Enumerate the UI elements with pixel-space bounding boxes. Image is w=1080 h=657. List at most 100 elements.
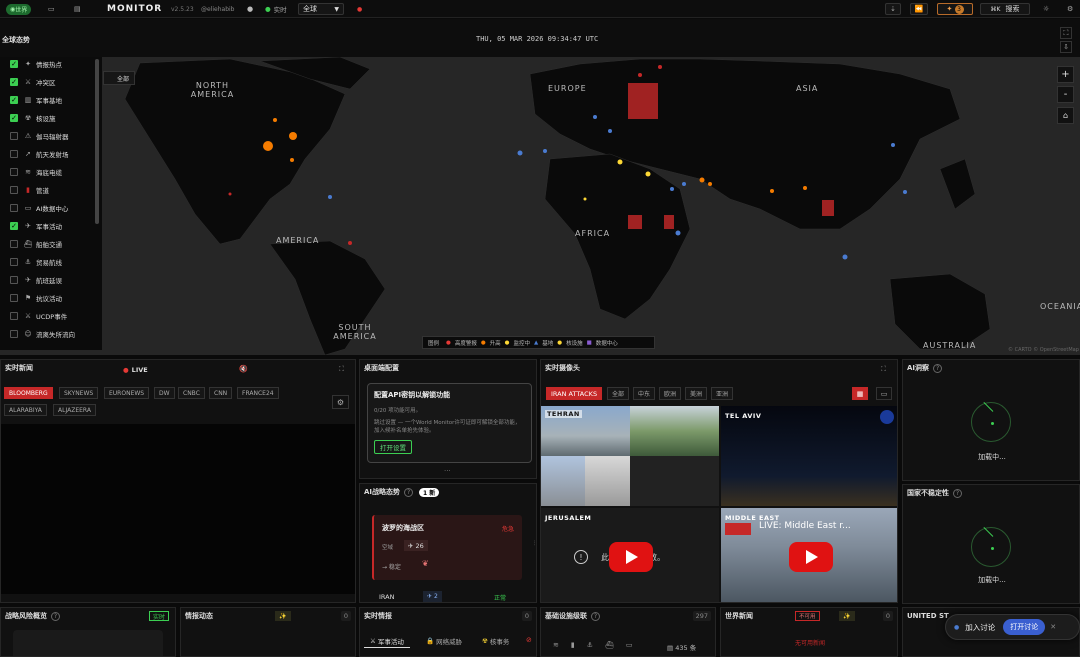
layer-protests[interactable]: ⚑ 抗议活动 — [10, 291, 98, 305]
layer-hotspots[interactable]: ✓ ✦ 情报热点 — [10, 57, 98, 71]
tab-asia[interactable]: 亚洲 — [711, 387, 734, 400]
legend-datacenter-icon: ■ — [586, 339, 592, 346]
legend-nuclear-icon: ● — [557, 339, 563, 346]
layer-displacement[interactable]: ☺ 流离失所流向 — [10, 327, 98, 341]
open-discussion-button[interactable]: 打开讨论 — [1003, 619, 1046, 635]
world-badge[interactable]: ◉ 世界 — [6, 3, 32, 15]
item-count: 0 — [340, 611, 351, 621]
camera-jerusalem[interactable]: JERUSALEM ! 此视频无法播放。 — [541, 508, 719, 602]
all-layers-button[interactable]: 全部 — [103, 71, 135, 85]
fullscreen-icon[interactable]: ⛶ — [1060, 27, 1072, 39]
tab-nuclear[interactable]: ☢ 核事务 — [478, 634, 513, 648]
zoom-out-button[interactable]: - — [1057, 86, 1074, 103]
layer-conflict[interactable]: ✓ ⚔ 冲突区 — [10, 75, 98, 89]
pin-icon[interactable]: ⇩ — [1060, 41, 1072, 53]
record-icon[interactable]: ● — [357, 3, 362, 15]
layer-trade[interactable]: ⚓ 贸易航线 — [10, 255, 98, 269]
world-map[interactable]: NORTH AMERICA EUROPE ASIA AFRICA AMERICA… — [0, 19, 1080, 355]
swords-icon: ⚔ — [370, 636, 376, 645]
layer-nuclear[interactable]: ✓ ☢ 核设施 — [10, 111, 98, 125]
layer-flight-delays[interactable]: ✈ 航班延误 — [10, 273, 98, 287]
layer-ai-datacenter[interactable]: ▭ AI数据中心 — [10, 201, 98, 215]
help-icon[interactable]: ? — [953, 488, 962, 498]
live-badge: ● LIVE — [123, 366, 148, 374]
desktop-icon[interactable]: ▭ — [48, 3, 55, 15]
help-icon[interactable]: ? — [51, 611, 60, 621]
youtube-play-icon[interactable] — [789, 542, 833, 572]
sparkle-icon[interactable]: ✨ — [839, 611, 855, 621]
video-player[interactable] — [1, 424, 355, 594]
iran-row: IRAN — [379, 593, 395, 601]
theater-name: 波罗的海战区 — [382, 524, 424, 532]
open-settings-button[interactable]: 打开设置 — [374, 440, 412, 454]
download-icon[interactable]: ⇣ — [885, 3, 901, 15]
tab-iran-attacks[interactable]: IRAN ATTACKS — [546, 387, 603, 400]
more-icon[interactable]: ··· — [530, 540, 536, 546]
channel-dw[interactable]: DW — [154, 387, 175, 399]
channel-france24[interactable]: FRANCE24 — [237, 387, 279, 399]
layer-pipelines[interactable]: ▮ 管道 — [10, 183, 98, 197]
channel-euronews[interactable]: EURONEWS — [104, 387, 150, 399]
infra-stat-icons: ≋▮⚓⛴▭ — [553, 641, 645, 649]
legend-base-icon: ▲ — [534, 339, 539, 346]
channel-cnbc[interactable]: CNBC — [178, 387, 205, 399]
channel-alarabiya[interactable]: ALARABIYA — [4, 404, 47, 416]
building-icon: ▥ — [24, 96, 32, 104]
sun-icon[interactable]: ☼ — [1043, 3, 1049, 15]
channel-bloomberg[interactable]: BLOOMBERG — [4, 387, 53, 399]
tab-europe[interactable]: 欧洲 — [659, 387, 682, 400]
zoom-in-button[interactable]: + — [1057, 66, 1074, 83]
github-icon[interactable]: ● — [247, 3, 253, 15]
layer-gamma[interactable]: ⚠ 伽马辐射器 — [10, 129, 98, 143]
fullscreen-icon[interactable]: ⛶ — [339, 365, 344, 374]
more-icon[interactable]: ··· — [444, 467, 451, 475]
gear-icon[interactable]: ⚙ — [332, 395, 349, 409]
mute-icon[interactable]: 🔇 — [239, 365, 248, 373]
search-button[interactable]: ⌘K 搜索 — [980, 3, 1030, 15]
camera-tehran[interactable]: TEHRAN — [541, 406, 719, 506]
pipe-icon: ▮ — [26, 186, 30, 194]
help-icon[interactable]: ? — [404, 487, 414, 497]
anchor-icon: ⚓ — [24, 258, 32, 266]
grid-view-icon[interactable]: ▦ — [852, 387, 868, 400]
fullscreen-icon[interactable]: ⛶ — [881, 365, 886, 374]
tab-military[interactable]: ⚔ 军事活动 — [364, 634, 410, 648]
region-select[interactable]: 全球 ▼ — [298, 3, 344, 15]
help-icon[interactable]: ? — [591, 611, 600, 621]
infrastructure-panel: 基础设施级联? 297 ≋▮⚓⛴▭ ▤ 435 条 — [540, 607, 716, 657]
chart-icon[interactable]: ▤ — [74, 3, 81, 15]
tab-all[interactable]: 全部 — [607, 387, 630, 400]
rewind-icon[interactable]: ⏪ — [910, 3, 928, 15]
layer-bases[interactable]: ✓ ▥ 军事基地 — [10, 93, 98, 107]
tab-middle-east[interactable]: 中东 — [633, 387, 656, 400]
camera-middle-east[interactable]: MIDDLE EAST LIVE: Middle East r... — [721, 508, 897, 602]
close-icon[interactable]: ✕ — [1050, 623, 1056, 631]
single-view-icon[interactable]: ▭ — [876, 387, 892, 400]
legend-elevated-icon: ● — [480, 339, 486, 346]
youtube-play-icon[interactable] — [609, 542, 653, 572]
alerts-button[interactable]: ✦ 3 — [937, 3, 973, 15]
channel-cnn[interactable]: CNN — [209, 387, 233, 399]
help-icon[interactable]: ? — [933, 363, 943, 373]
layer-military[interactable]: ✓ ✈ 军事活动 — [10, 219, 98, 233]
card-title: 配置API密钥以解锁功能 — [374, 391, 451, 399]
airspace-label: 空域 — [382, 545, 394, 551]
gear-icon[interactable]: ⚙ — [1067, 3, 1073, 15]
tab-americas[interactable]: 美洲 — [685, 387, 708, 400]
home-icon[interactable]: ⌂ — [1057, 107, 1074, 124]
layer-spaceports[interactable]: ➚ 航天发射场 — [10, 147, 98, 161]
channel-aljazeera[interactable]: ALJAZEERA — [53, 404, 96, 416]
discussion-widget[interactable]: ● 加入讨论 打开讨论 ✕ — [945, 614, 1080, 640]
camera-tel-aviv[interactable]: TEL AVIV — [721, 406, 897, 506]
tab-cyber[interactable]: 🔒 网络威胁 — [422, 634, 466, 648]
layer-ucdp[interactable]: ⚔ UCDP事件 — [10, 309, 98, 323]
author-handle[interactable]: @eliehabib — [201, 3, 234, 15]
channel-skynews[interactable]: SKYNEWS — [59, 387, 99, 399]
theater-card[interactable]: 波罗的海战区 危急 空域 ✈ 26 → 稳定 ❦ — [372, 515, 522, 580]
sparkle-icon[interactable]: ✨ — [275, 611, 291, 621]
live-news-panel: 实时新闻 ● LIVE 🔇 ⛶ BLOOMBERG SKYNEWS EURONEW… — [0, 359, 356, 603]
guitar-icon: ✦ — [946, 5, 953, 13]
layer-shipping[interactable]: ⛴ 船舶交通 — [10, 237, 98, 251]
layer-cables[interactable]: ≋ 海底电缆 — [10, 165, 98, 179]
plane-icon: ✈ — [25, 222, 31, 230]
